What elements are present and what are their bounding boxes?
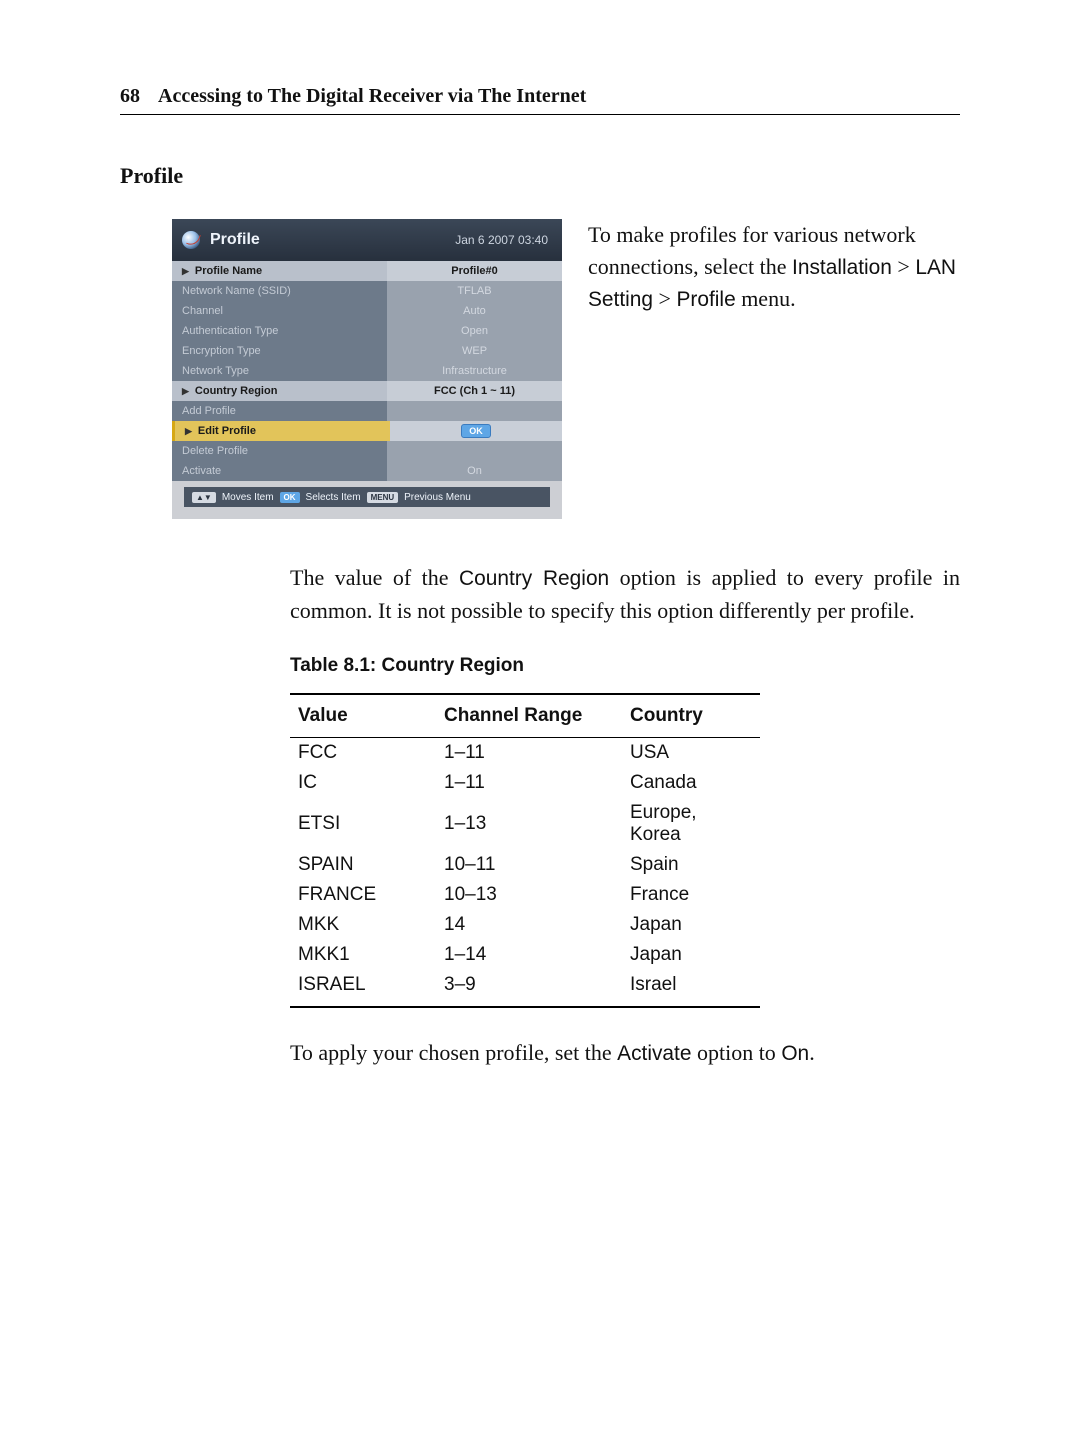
screenshot-row-value: OK xyxy=(390,421,562,441)
screenshot-rows: ▶Profile NameProfile#0Network Name (SSID… xyxy=(172,261,562,481)
screenshot-row-value: Profile#0 xyxy=(387,261,562,281)
screenshot-row: Authentication TypeOpen xyxy=(172,321,562,341)
table-row: MKK11–14Japan xyxy=(290,940,760,970)
screenshot-row: ▶Profile NameProfile#0 xyxy=(172,261,562,281)
table-cell: Japan xyxy=(622,940,760,970)
country-region-option: Country Region xyxy=(459,567,609,590)
screenshot-row: Delete Profile xyxy=(172,441,562,461)
table-cell: Europe, Korea xyxy=(622,798,760,850)
screenshot-row-key: Activate xyxy=(172,461,387,481)
screenshot-timestamp: Jan 6 2007 03:40 xyxy=(455,233,548,247)
table-cell: MKK xyxy=(290,910,436,940)
table-cell: 10–11 xyxy=(436,850,622,880)
table-row: FRANCE10–13France xyxy=(290,880,760,910)
table-cell: ISRAEL xyxy=(290,970,436,1007)
table-cell: IC xyxy=(290,768,436,798)
screenshot-row-key: ▶Country Region xyxy=(172,381,387,401)
menu-path-installation: Installation xyxy=(792,256,892,279)
table-header-value: Value xyxy=(290,694,436,738)
screenshot-row-key: Delete Profile xyxy=(172,441,387,461)
moves-label: Moves Item xyxy=(222,492,274,503)
table-cell: FCC xyxy=(290,738,436,769)
table-cell: 14 xyxy=(436,910,622,940)
table-cell: MKK1 xyxy=(290,940,436,970)
screenshot-row-key: Network Name (SSID) xyxy=(172,281,387,301)
screenshot-row-key: ▶Profile Name xyxy=(172,261,387,281)
table-cell: Japan xyxy=(622,910,760,940)
table-cell: Canada xyxy=(622,768,760,798)
screenshot-row-key: Add Profile xyxy=(172,401,387,421)
table-row: SPAIN10–11Spain xyxy=(290,850,760,880)
table-cell: Spain xyxy=(622,850,760,880)
screenshot-row-value: Infrastructure xyxy=(387,361,562,381)
screenshot-row-key: ▶Edit Profile xyxy=(172,421,390,441)
screenshot-row: Encryption TypeWEP xyxy=(172,341,562,361)
screenshot-row: ▶Edit Profile OK xyxy=(172,421,562,441)
screenshot-titlebar: Profile Jan 6 2007 03:40 xyxy=(172,219,562,261)
screenshot-row-value: Auto xyxy=(387,301,562,321)
screenshot-title: Profile xyxy=(210,231,260,249)
activate-option: Activate xyxy=(617,1042,691,1065)
screenshot-row: Network TypeInfrastructure xyxy=(172,361,562,381)
screenshot-row-key: Network Type xyxy=(172,361,387,381)
screenshot-row-value xyxy=(387,401,562,421)
screenshot-row: ChannelAuto xyxy=(172,301,562,321)
closing-paragraph: To apply your chosen profile, set the Ac… xyxy=(290,1036,960,1069)
screenshot-row-key: Channel xyxy=(172,301,387,321)
screenshot-row-key: Encryption Type xyxy=(172,341,387,361)
triangle-icon: ▶ xyxy=(182,266,189,277)
table-header-country: Country xyxy=(622,694,760,738)
running-header: 68 Accessing to The Digital Receiver via… xyxy=(120,85,960,115)
table-cell: 1–11 xyxy=(436,738,622,769)
table-cell: USA xyxy=(622,738,760,769)
table-cell: 1–11 xyxy=(436,768,622,798)
table-cell: 1–13 xyxy=(436,798,622,850)
table-cell: 1–14 xyxy=(436,940,622,970)
table-row: FCC1–11USA xyxy=(290,738,760,769)
ok-pill-icon: OK xyxy=(461,424,491,438)
table-caption: Table 8.1: Country Region xyxy=(290,655,960,677)
moves-key-icon: ▲▼ xyxy=(192,492,216,503)
intro-paragraph: To make profiles for various network con… xyxy=(588,219,960,519)
table-header-channel-range: Channel Range xyxy=(436,694,622,738)
on-value: On xyxy=(781,1042,809,1065)
table-row: ISRAEL3–9Israel xyxy=(290,970,760,1007)
table-row: ETSI1–13Europe, Korea xyxy=(290,798,760,850)
running-title: Accessing to The Digital Receiver via Th… xyxy=(158,85,586,108)
screenshot-row-value: On xyxy=(387,461,562,481)
screenshot-helpbar: ▲▼ Moves Item OK Selects Item MENU Previ… xyxy=(184,487,550,507)
prev-label: Previous Menu xyxy=(404,492,471,503)
screenshot-row: ▶Country RegionFCC (Ch 1 ~ 11) xyxy=(172,381,562,401)
table-cell: Israel xyxy=(622,970,760,1007)
triangle-icon: ▶ xyxy=(182,386,189,397)
screenshot-row-value: FCC (Ch 1 ~ 11) xyxy=(387,381,562,401)
page-number: 68 xyxy=(120,85,140,108)
table-cell: 10–13 xyxy=(436,880,622,910)
body-paragraph: The value of the Country Region option i… xyxy=(290,561,960,627)
selects-label: Selects Item xyxy=(306,492,361,503)
screenshot-row: ActivateOn xyxy=(172,461,562,481)
table-cell: France xyxy=(622,880,760,910)
screenshot-row-value: Open xyxy=(387,321,562,341)
table-cell: ETSI xyxy=(290,798,436,850)
table-cell: SPAIN xyxy=(290,850,436,880)
table-row: IC1–11Canada xyxy=(290,768,760,798)
table-row: MKK14Japan xyxy=(290,910,760,940)
table-cell: FRANCE xyxy=(290,880,436,910)
profile-menu-screenshot: Profile Jan 6 2007 03:40 ▶Profile NamePr… xyxy=(172,219,562,519)
screenshot-row-value xyxy=(387,441,562,461)
menu-path-profile: Profile xyxy=(676,288,735,311)
screenshot-row: Add Profile xyxy=(172,401,562,421)
triangle-icon: ▶ xyxy=(185,426,192,437)
section-heading: Profile xyxy=(120,163,960,189)
selects-key-icon: OK xyxy=(280,492,300,503)
app-logo-icon xyxy=(182,231,200,249)
prev-key-icon: MENU xyxy=(367,492,399,503)
screenshot-row-value: WEP xyxy=(387,341,562,361)
screenshot-row-key: Authentication Type xyxy=(172,321,387,341)
screenshot-row-value: TFLAB xyxy=(387,281,562,301)
country-region-table: Value Channel Range Country FCC1–11USAIC… xyxy=(290,693,760,1008)
screenshot-row: Network Name (SSID)TFLAB xyxy=(172,281,562,301)
table-cell: 3–9 xyxy=(436,970,622,1007)
